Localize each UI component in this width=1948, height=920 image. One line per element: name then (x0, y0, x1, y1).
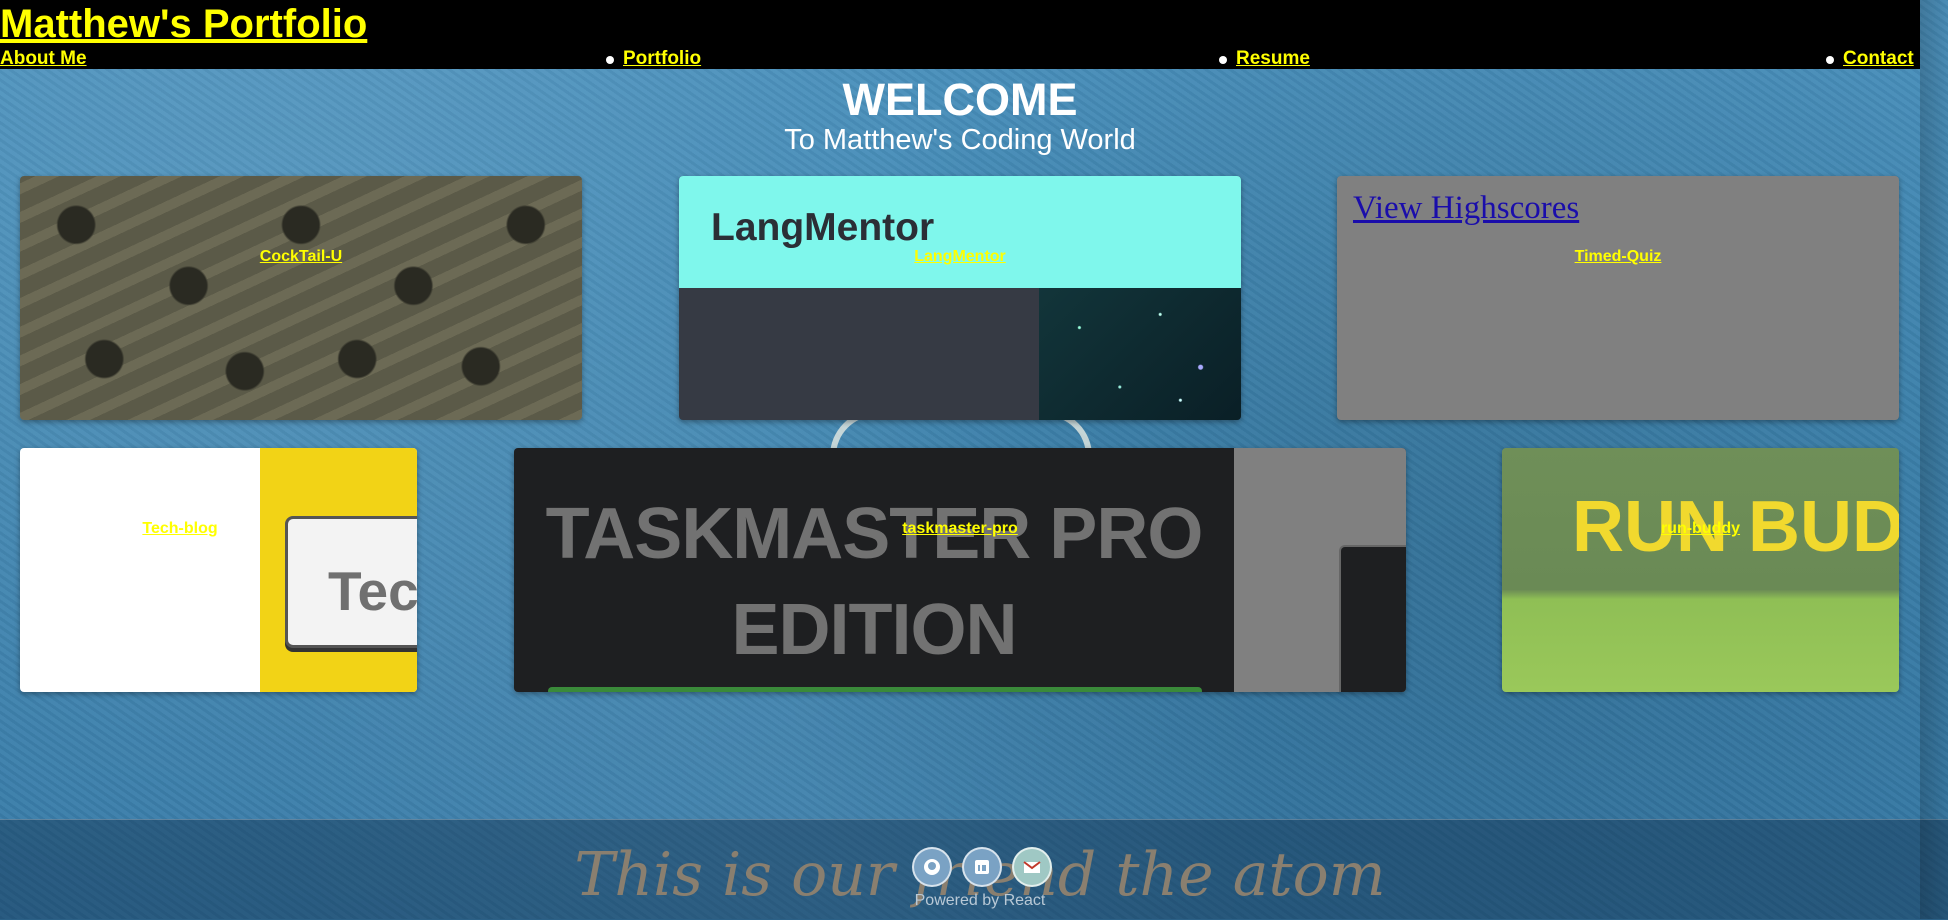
project-link-timed-quiz[interactable]: Timed-Quiz (1337, 248, 1899, 266)
project-link-cocktail-u[interactable]: CockTail-U (20, 248, 582, 266)
project-card-tech-blog[interactable]: Tec Tech-blog (20, 448, 417, 692)
site-header: Matthew's Portfolio About Me Portfolio R… (0, 0, 1920, 69)
page-edge (1920, 0, 1948, 919)
project-link-taskmaster-pro[interactable]: taskmaster-pro (514, 520, 1406, 538)
view-highscores-thumbnail-text: View Highscores (1353, 190, 1580, 226)
project-card-taskmaster-pro[interactable]: TASKMASTER PRO EDITION taskmaster-pro (514, 448, 1406, 692)
site-title-link[interactable]: Matthew's Portfolio (0, 0, 367, 48)
nav-bullet (1219, 56, 1227, 64)
project-link-tech-blog[interactable]: Tech-blog (20, 520, 340, 538)
linkedin-icon[interactable] (962, 847, 1002, 887)
tech-blog-thumbnail-text: Tec (328, 560, 417, 622)
taskmaster-window-image (1339, 545, 1406, 692)
welcome-heading: WELCOME (842, 74, 1078, 125)
main-nav: About Me Portfolio Resume Contact (0, 46, 1920, 70)
nav-portfolio[interactable]: Portfolio (623, 48, 701, 70)
nav-bullet (1826, 56, 1834, 64)
nav-about-me[interactable]: About Me (0, 48, 87, 70)
email-icon[interactable] (1012, 847, 1052, 887)
nav-resume[interactable]: Resume (1236, 48, 1310, 70)
nav-contact[interactable]: Contact (1843, 48, 1914, 70)
taskmaster-thumbnail-text: TASKMASTER PRO EDITION (545, 494, 1204, 670)
site-footer: This is our friend the atom Powered by R… (0, 819, 1948, 920)
project-card-langmentor[interactable]: LangMentor LangMentor (679, 176, 1241, 420)
starfield-image (1039, 288, 1241, 420)
project-card-cocktail-u[interactable]: CockTail-U (20, 176, 582, 420)
project-link-langmentor[interactable]: LangMentor (679, 248, 1241, 266)
project-card-run-buddy[interactable]: RUN BUD run-buddy (1502, 448, 1899, 692)
taskmaster-green-bar (548, 687, 1202, 692)
nav-bullet (606, 56, 614, 64)
powered-by-text: Powered by React (914, 892, 1046, 909)
welcome-subheading: To Matthew's Coding World (784, 124, 1136, 156)
project-card-timed-quiz[interactable]: View Highscores Timed-Quiz (1337, 176, 1899, 420)
project-link-run-buddy[interactable]: run-buddy (1502, 520, 1899, 538)
langmentor-thumbnail-title: LangMentor (711, 206, 935, 249)
github-icon[interactable] (912, 847, 952, 887)
